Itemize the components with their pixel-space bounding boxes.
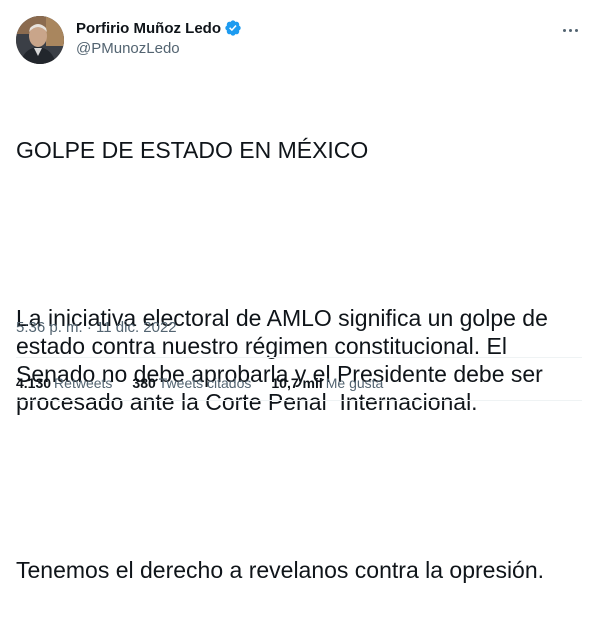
- verified-badge-icon: [225, 20, 241, 36]
- quotes-count: 380: [132, 375, 156, 391]
- more-horizontal-icon: [562, 28, 566, 32]
- tweet-card: Porfirio Muñoz Ledo @PMunozLedo GOLPE DE…: [0, 0, 598, 583]
- tweet-paragraph-2: Tenemos el derecho a revelanos contra la…: [16, 557, 545, 583]
- avatar[interactable]: [16, 16, 64, 64]
- profile-photo-icon: [16, 16, 64, 64]
- tweet-title-line: GOLPE DE ESTADO EN MÉXICO: [16, 137, 369, 163]
- quotes-stat[interactable]: 380 Tweets citados: [132, 375, 251, 391]
- likes-count: 10,7 mil: [271, 375, 323, 391]
- tweet-text: GOLPE DE ESTADO EN MÉXICO La iniciativa …: [16, 80, 582, 640]
- more-options-button[interactable]: [558, 20, 582, 40]
- author-handle[interactable]: @PMunozLedo: [76, 40, 180, 57]
- retweets-label: Retweets: [54, 375, 113, 391]
- likes-label: Me gusta: [325, 375, 384, 391]
- likes-stat[interactable]: 10,7 mil Me gusta: [271, 375, 383, 391]
- retweets-count: 4.130: [16, 375, 52, 391]
- retweets-stat[interactable]: 4.130 Retweets: [16, 375, 112, 391]
- tweet-timestamp[interactable]: 5:36 p. m. · 11 dic. 2022: [16, 319, 177, 336]
- quotes-label: Tweets citados: [158, 375, 252, 391]
- author-name[interactable]: Porfirio Muñoz Ledo: [76, 20, 221, 37]
- author-name-row: Porfirio Muñoz Ledo: [76, 19, 242, 37]
- engagement-stats: 4.130 Retweets 380 Tweets citados 10,7 mil…: [16, 375, 403, 391]
- divider-top: [16, 357, 582, 358]
